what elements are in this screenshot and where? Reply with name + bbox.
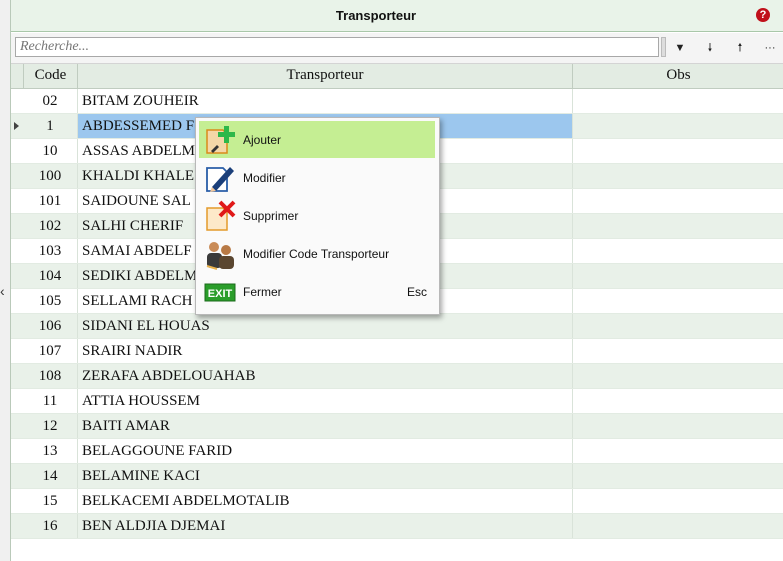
search-scroll-handle[interactable] [661,37,666,57]
menu-label: Fermer [243,285,282,299]
cell-code[interactable]: 13 [24,443,76,460]
cell-code[interactable]: 100 [24,168,76,185]
cell-code[interactable]: 14 [24,468,76,485]
search-input[interactable] [15,37,659,57]
title-bar: Transporteur ? [11,0,783,32]
column-divider [572,514,573,538]
column-header-obs[interactable]: Obs [573,64,783,88]
cell-transporteur[interactable]: ATTIA HOUSSEM [78,389,572,413]
table-row[interactable]: 13 BELAGGOUNE FARID [11,439,783,464]
table-row[interactable]: 106 SIDANI EL HOUAS [11,314,783,339]
grid-header: Code Transporteur Obs [11,64,783,89]
filter-icon[interactable]: ▼ [671,40,689,56]
table-row[interactable]: 107 SRAIRI NADIR [11,339,783,364]
table-row[interactable]: 12 BAITI AMAR [11,414,783,439]
column-divider [572,264,573,288]
column-divider [572,389,573,413]
users-icon [206,242,234,270]
column-header-code[interactable]: Code [24,64,78,88]
column-divider [572,214,573,238]
column-divider [572,414,573,438]
column-divider [572,289,573,313]
table-row[interactable]: 108 ZERAFA ABDELOUAHAB [11,364,783,389]
column-divider [572,464,573,488]
cell-code[interactable]: 12 [24,418,76,435]
column-divider [572,139,573,163]
cell-code[interactable]: 105 [24,293,76,310]
cell-transporteur[interactable]: BELAMINE KACI [78,464,572,488]
cell-transporteur[interactable]: BELKACEMI ABDELMOTALIB [78,489,572,513]
table-row[interactable]: 02 BITAM ZOUHEIR [11,89,783,114]
context-menu: Ajouter Modifier Supprimer Modifier Code… [195,117,440,315]
menu-label: Supprimer [243,209,299,223]
more-icon[interactable]: ··· [761,40,779,56]
arrow-up-icon[interactable]: 🠕 [731,40,749,56]
cell-code[interactable]: 104 [24,268,76,285]
cell-transporteur[interactable]: SRAIRI NADIR [78,339,572,363]
menu-label: Modifier [243,171,286,185]
window-title: Transporteur [335,8,417,23]
menu-label: Ajouter [243,133,282,147]
column-header-transporteur[interactable]: Transporteur [78,64,573,88]
cell-transporteur[interactable]: ZERAFA ABDELOUAHAB [78,364,572,388]
cell-code[interactable]: 108 [24,368,76,385]
cell-code[interactable]: 107 [24,343,76,360]
cell-code[interactable]: 103 [24,243,76,260]
menu-item-fermer[interactable]: EXIT Fermer Esc [199,273,435,310]
menu-item-modifier-code[interactable]: Modifier Code Transporteur [199,235,435,272]
column-divider [572,439,573,463]
column-divider [572,89,573,113]
table-row[interactable]: 15 BELKACEMI ABDELMOTALIB [11,489,783,514]
delete-icon [206,200,236,231]
svg-text:EXIT: EXIT [208,288,233,300]
column-divider [572,189,573,213]
cell-code[interactable]: 11 [24,393,76,410]
cell-transporteur[interactable]: BEN ALDJIA DJEMAI [78,514,572,538]
column-divider [572,339,573,363]
cell-code[interactable]: 102 [24,218,76,235]
menu-item-modifier[interactable]: Modifier [199,159,435,196]
column-divider [572,364,573,388]
menu-item-ajouter[interactable]: Ajouter [199,121,435,158]
table-row[interactable]: 16 BEN ALDJIA DJEMAI [11,514,783,539]
cell-code[interactable]: 15 [24,493,76,510]
cell-code[interactable]: 1 [24,118,76,135]
arrow-down-icon[interactable]: 🠗 [701,40,719,56]
cell-transporteur[interactable]: BELAGGOUNE FARID [78,439,572,463]
help-icon[interactable]: ? [756,8,770,22]
column-divider [572,489,573,513]
cell-code[interactable]: 101 [24,193,76,210]
exit-icon: EXIT [204,283,236,302]
cell-transporteur[interactable]: BAITI AMAR [78,414,572,438]
menu-label: Modifier Code Transporteur [243,247,390,261]
menu-item-supprimer[interactable]: Supprimer [199,197,435,234]
column-divider [572,239,573,263]
search-toolbar: ▼ 🠗 🠕 ··· [11,33,783,64]
left-panel-edge: ‹ [0,0,10,561]
add-icon [206,126,235,154]
cell-code[interactable]: 02 [24,93,76,110]
column-divider [572,114,573,138]
current-row-indicator-icon [14,122,19,130]
column-divider [572,314,573,338]
cell-code[interactable]: 106 [24,318,76,335]
table-row[interactable]: 14 BELAMINE KACI [11,464,783,489]
menu-shortcut: Esc [406,285,427,299]
column-divider [572,164,573,188]
cell-transporteur[interactable]: SIDANI EL HOUAS [78,314,572,338]
cell-transporteur[interactable]: BITAM ZOUHEIR [78,89,572,113]
collapse-chevron-icon[interactable]: ‹ [0,283,5,299]
cell-code[interactable]: 10 [24,143,76,160]
row-indicator-header [11,64,24,88]
edit-icon [206,167,234,192]
cell-code[interactable]: 16 [24,518,76,535]
table-row[interactable]: 11 ATTIA HOUSSEM [11,389,783,414]
